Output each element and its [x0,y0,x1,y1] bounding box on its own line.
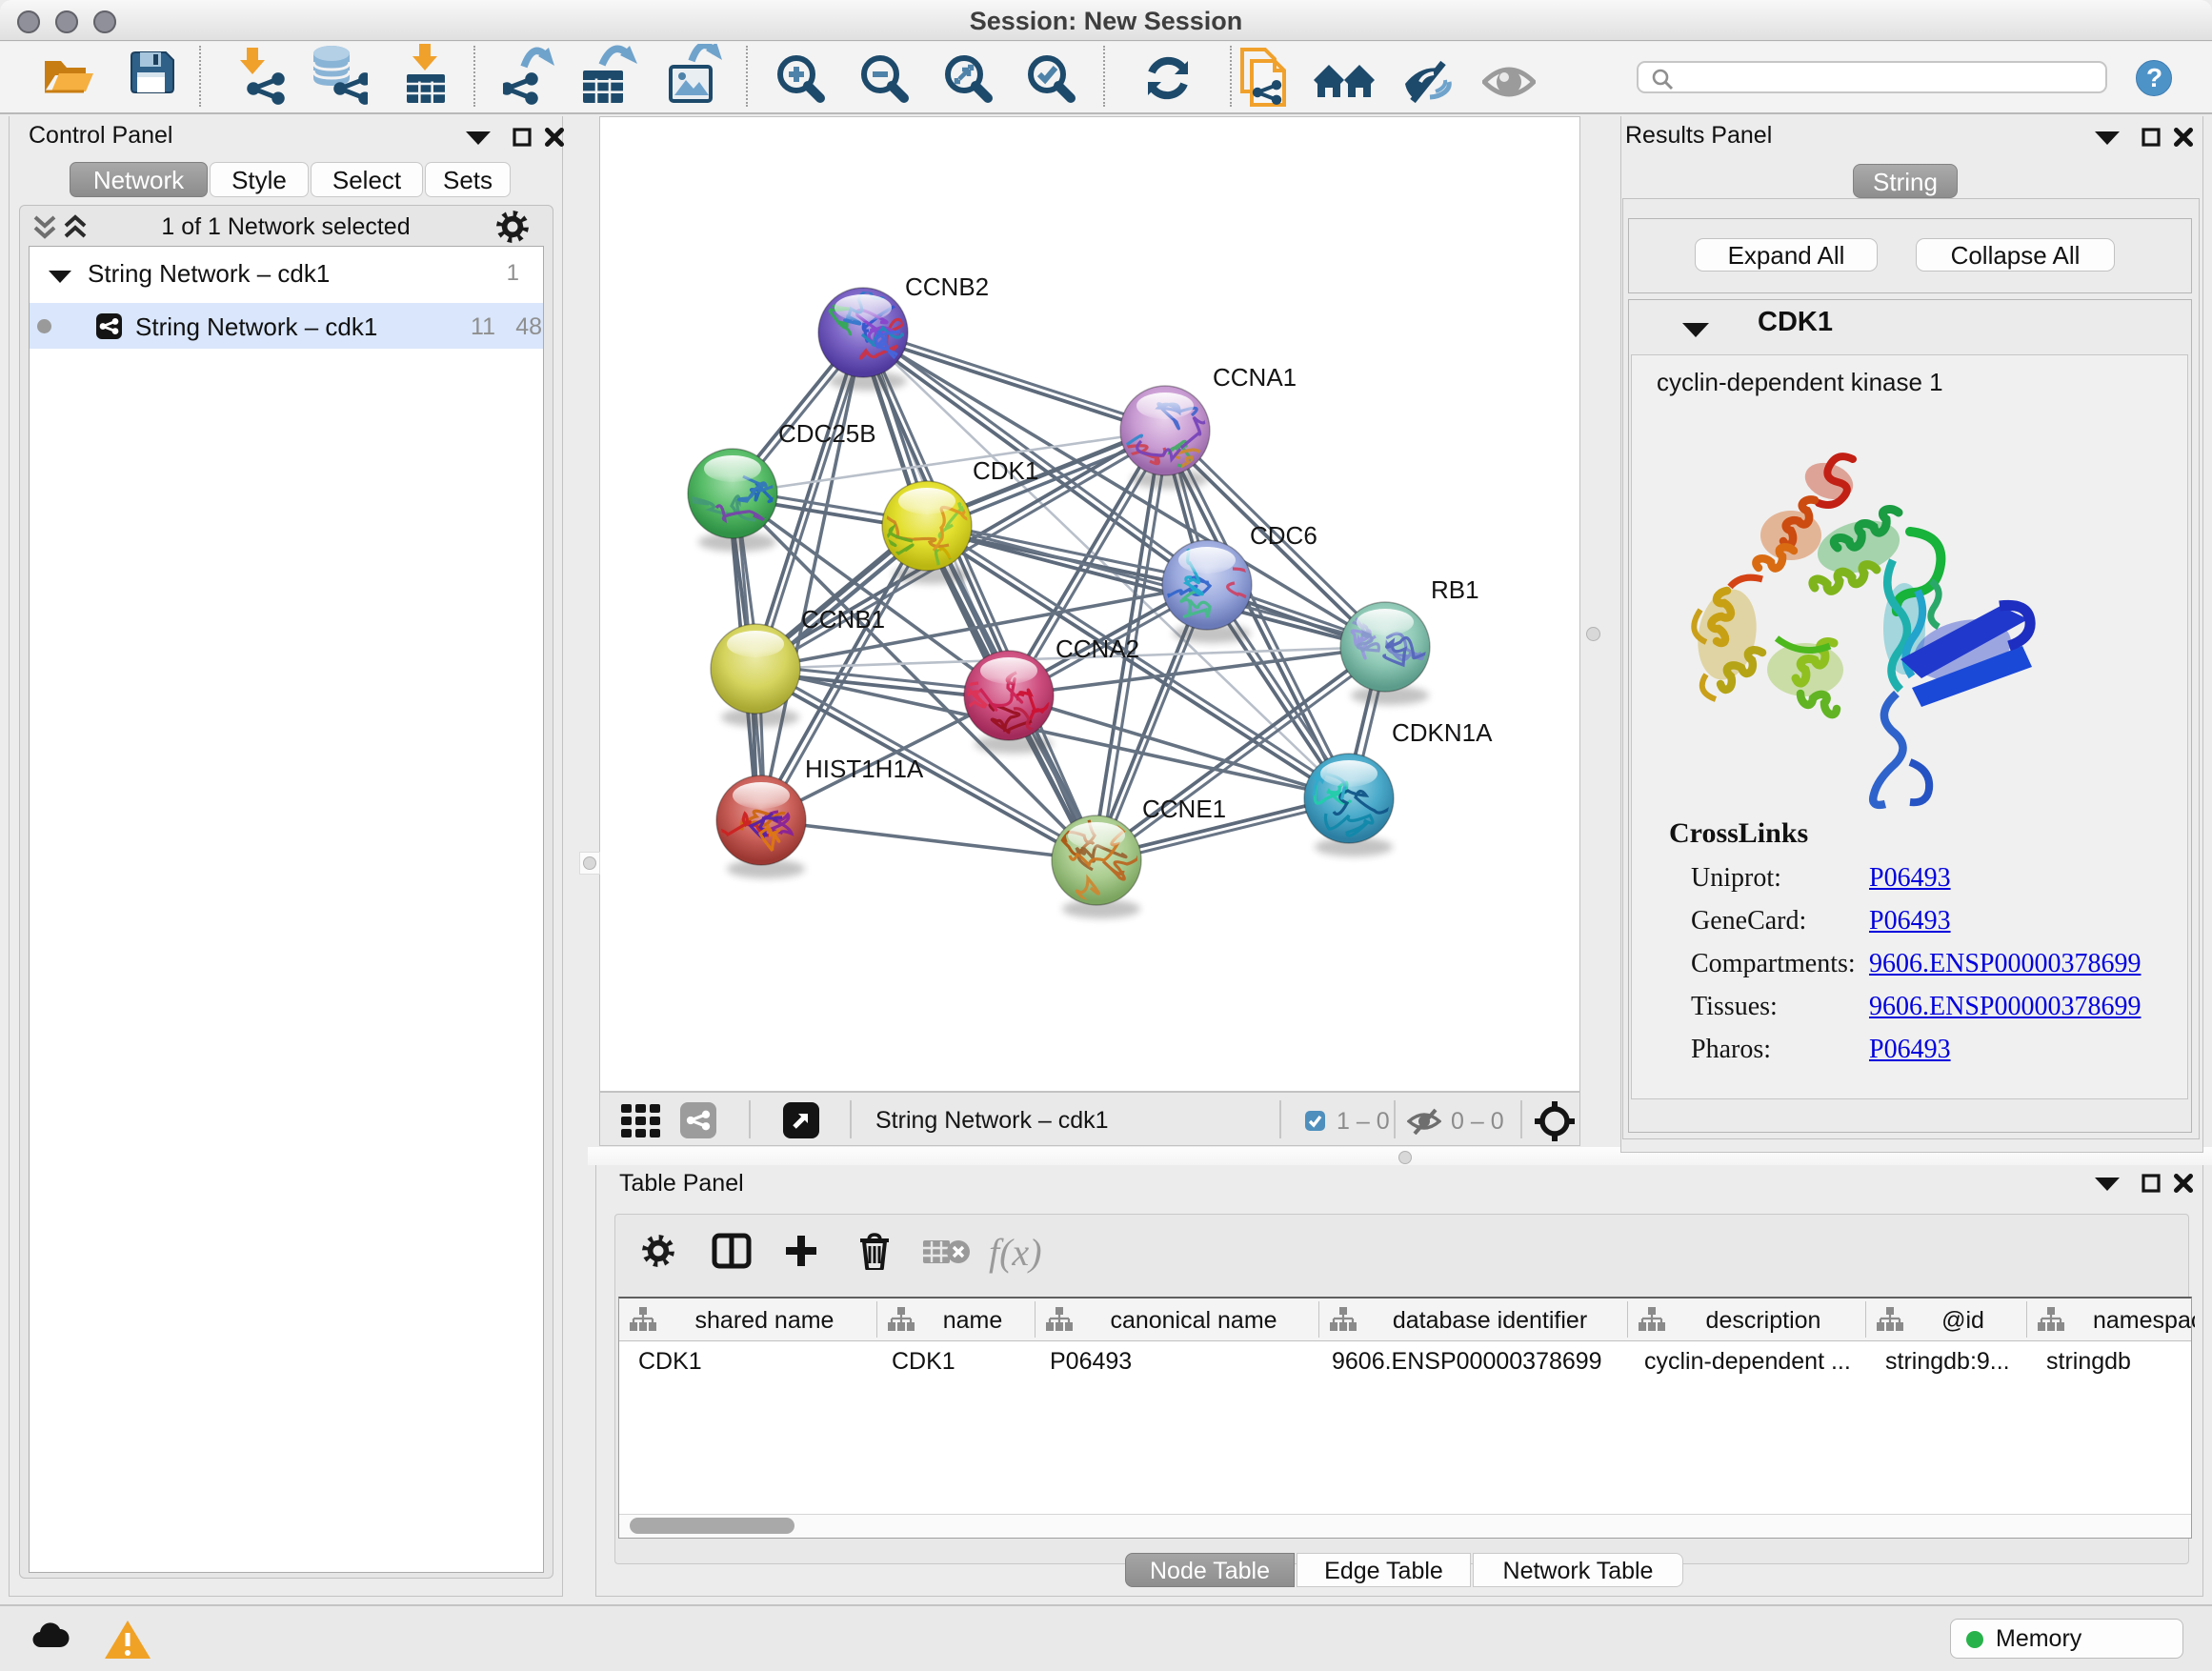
svg-text:HIST1H1A: HIST1H1A [805,755,924,783]
svg-text:CDK1: CDK1 [973,456,1038,485]
svg-text:RB1: RB1 [1431,575,1479,604]
svg-text:CDC25B: CDC25B [778,419,876,448]
svg-text:CCNB2: CCNB2 [905,272,989,301]
svg-text:CDC6: CDC6 [1250,521,1317,550]
svg-text:CCNA2: CCNA2 [1056,634,1139,663]
svg-text:CCNE1: CCNE1 [1142,795,1226,823]
svg-text:CDKN1A: CDKN1A [1392,718,1493,747]
svg-text:CCNB1: CCNB1 [801,605,885,634]
svg-text:CCNA1: CCNA1 [1213,363,1297,392]
